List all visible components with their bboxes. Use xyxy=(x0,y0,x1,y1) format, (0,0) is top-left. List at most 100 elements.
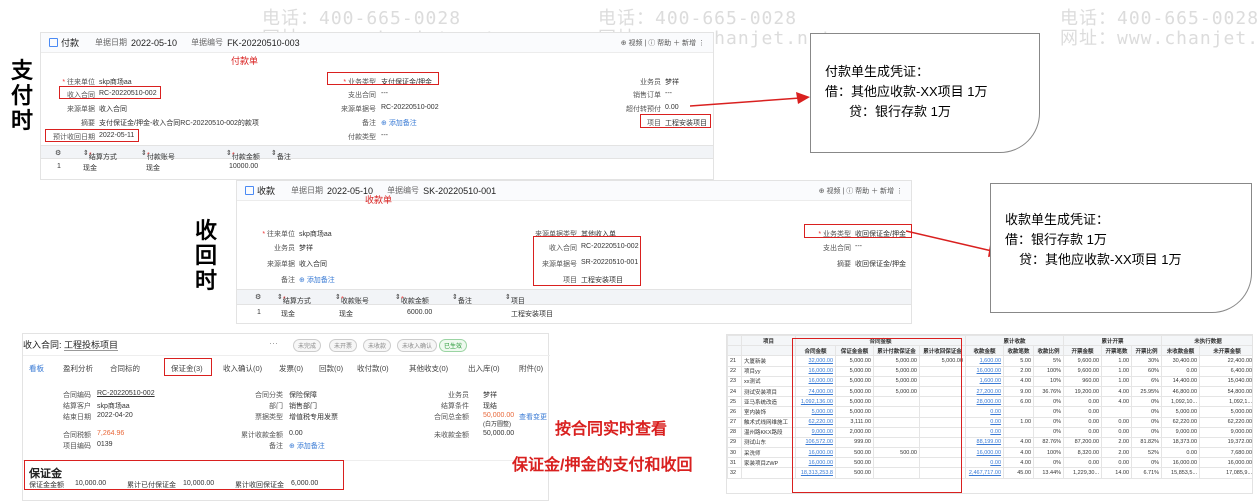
add-note-link[interactable]: ⊕ 添加备注 xyxy=(289,441,325,451)
view-changes-link[interactable]: 查看变更 xyxy=(519,412,547,422)
invoice-type-value: 增值税专用发票 xyxy=(289,414,338,421)
m2-value[interactable]: --- xyxy=(381,90,388,97)
table-cell: 6% xyxy=(1131,375,1163,387)
highlight-business-type xyxy=(327,72,439,85)
column-header[interactable]: 开票笔数 xyxy=(1101,345,1133,357)
col-amount[interactable]: ⇕ * 付款金额 xyxy=(226,149,260,161)
column-header[interactable]: 收款比例 xyxy=(1033,345,1065,357)
add-note-link[interactable]: ⊕ 添加备注 xyxy=(299,275,335,285)
table-row[interactable]: 1 现金 现金 6000.00 工程安装项目 xyxy=(237,309,911,321)
payment-title: 付款 xyxy=(49,36,79,49)
f3-label: 来源单据 xyxy=(67,106,95,113)
column-header[interactable]: 未收款金额 xyxy=(1161,345,1201,357)
table-cell: 0% xyxy=(1033,406,1065,418)
tab-profit[interactable]: 盈利分析 xyxy=(63,363,93,374)
tab-collection[interactable]: 回款(0) xyxy=(319,363,343,374)
tab-revenue[interactable]: 收入确认(0) xyxy=(223,363,262,374)
date-value[interactable]: 2022-05-10 xyxy=(131,38,177,48)
f1-label: * 往来单位 xyxy=(262,231,295,238)
table-cell: 0% xyxy=(1131,416,1163,428)
tab-other[interactable]: 其他收支(0) xyxy=(409,363,448,374)
col-amount[interactable]: ⇕ * 收款金额 xyxy=(395,293,429,305)
col-method[interactable]: ⇕ * 结算方式 xyxy=(83,149,117,161)
column-header[interactable]: 开票金额 xyxy=(1063,345,1103,357)
table-cell: 2.00 xyxy=(1101,436,1133,449)
table-cell: 10% xyxy=(1033,375,1065,387)
col-note[interactable]: ⇕ 备注 xyxy=(271,149,291,161)
r3-value: 0.00 xyxy=(665,104,679,111)
table-cell: 45.00 xyxy=(1003,467,1035,479)
table-cell: 触术式线网维施工 xyxy=(741,416,796,428)
note-label: 备注 xyxy=(269,443,283,450)
watermark-site: 网址：www.chanjet.net xyxy=(1060,28,1259,49)
table-cell: 16,000.00 xyxy=(1199,457,1252,469)
table-cell: 2.00 xyxy=(1101,447,1133,459)
settings-icon[interactable]: ⚙ xyxy=(55,149,61,157)
r1-value[interactable]: 梦祥 xyxy=(665,77,679,87)
table-cell: 36.76% xyxy=(1033,385,1065,398)
column-header[interactable]: 开票比例 xyxy=(1131,345,1163,357)
f1-value[interactable]: skp商场aa xyxy=(299,229,332,239)
table-cell: 16,000.00 xyxy=(1161,457,1201,469)
table-cell: 22 xyxy=(727,365,742,377)
status-badge: 未收款 xyxy=(363,339,392,352)
table-cell: 0% xyxy=(1131,457,1163,469)
tab-stock[interactable]: 出入库(0) xyxy=(468,363,500,374)
column-header[interactable] xyxy=(741,345,796,357)
header-actions[interactable]: ⊕ 视频 | ⓘ 帮助 ＋ 新增 ⋮ xyxy=(819,186,903,196)
table-cell: 9,000.00 xyxy=(1161,426,1201,438)
table-cell: 0% xyxy=(1033,396,1065,408)
column-header[interactable]: 未开票金额 xyxy=(1199,345,1252,357)
column-header[interactable]: 收款笔数 xyxy=(1003,345,1035,357)
table-cell: 9,000.00 xyxy=(1199,426,1252,438)
column-header[interactable]: 收款金额 xyxy=(965,345,1005,357)
table-cell: 88,199.00 xyxy=(965,436,1005,449)
table-cell: 32 xyxy=(727,467,742,479)
divider xyxy=(23,355,550,356)
table-cell: 亚马系统改造 xyxy=(741,396,796,408)
table-cell: 29 xyxy=(727,436,742,449)
r3-value[interactable]: 收回保证金/押金 xyxy=(855,259,906,269)
tab-board[interactable]: 看板 xyxy=(29,363,44,374)
table-cell: 8,320.00 xyxy=(1063,447,1103,459)
table-cell: 60% xyxy=(1131,365,1163,377)
f4-value[interactable]: 支付保证金/押金-收入合同RC-20220510-002的款项 xyxy=(99,118,259,128)
add-note-link[interactable]: ⊕ 添加备注 xyxy=(381,118,417,128)
column-header[interactable] xyxy=(727,345,742,357)
payment-form: 付款 单据日期 2022-05-10 单据编号 FK-20220510-003 … xyxy=(40,32,714,180)
table-cell: 0% xyxy=(1033,426,1065,438)
table-cell: 100% xyxy=(1033,447,1065,459)
table-cell: 测试山东 xyxy=(741,436,796,449)
salesman-value: 梦祥 xyxy=(483,392,497,399)
tab-subject[interactable]: 合同标的 xyxy=(110,363,140,374)
more-icon[interactable]: ··· xyxy=(269,338,278,348)
table-cell: 0.00 xyxy=(1063,416,1103,428)
tab-attachments[interactable]: 附件(0) xyxy=(519,363,543,374)
highlight-return-date xyxy=(45,129,139,142)
col-method[interactable]: ⇕ * 结算方式 xyxy=(277,293,311,305)
table-cell: 5,000.00 xyxy=(1199,406,1252,418)
table-cell: 1.00 xyxy=(1101,355,1133,367)
col-account[interactable]: ⇕ * 收款账号 xyxy=(335,293,369,305)
tab-invoice[interactable]: 发票(0) xyxy=(279,363,303,374)
table-cell: 28 xyxy=(727,426,742,438)
table-cell: 25.95% xyxy=(1131,385,1163,398)
col-note[interactable]: ⇕ 备注 xyxy=(452,293,472,305)
table-cell xyxy=(1003,426,1035,438)
table-cell: 7,680.00 xyxy=(1199,447,1252,459)
m5-label: 付款类型 xyxy=(348,134,376,141)
col-account[interactable]: ⇕ * 付款账号 xyxy=(141,149,175,161)
col-project[interactable]: ⇕ 项目 xyxy=(505,293,525,305)
r2-label: 销售订单 xyxy=(633,92,661,99)
header-actions[interactable]: ⊕ 视频 | ⓘ 帮助 ＋ 新增 ⋮ xyxy=(621,38,705,48)
r2-value[interactable]: --- xyxy=(665,90,672,97)
table-row[interactable]: 1 现金 现金 10000.00 xyxy=(41,163,713,175)
settings-icon[interactable]: ⚙ xyxy=(255,293,261,301)
f2-value[interactable]: 梦祥 xyxy=(299,243,313,253)
r2-value[interactable]: --- xyxy=(855,243,862,250)
f3-value: 收入合同 xyxy=(99,106,127,113)
tab-payments[interactable]: 收付款(0) xyxy=(357,363,389,374)
highlight-deposit-columns xyxy=(792,338,962,493)
m5-value[interactable]: --- xyxy=(381,132,388,139)
table-cell: 0.00 xyxy=(1063,457,1103,469)
